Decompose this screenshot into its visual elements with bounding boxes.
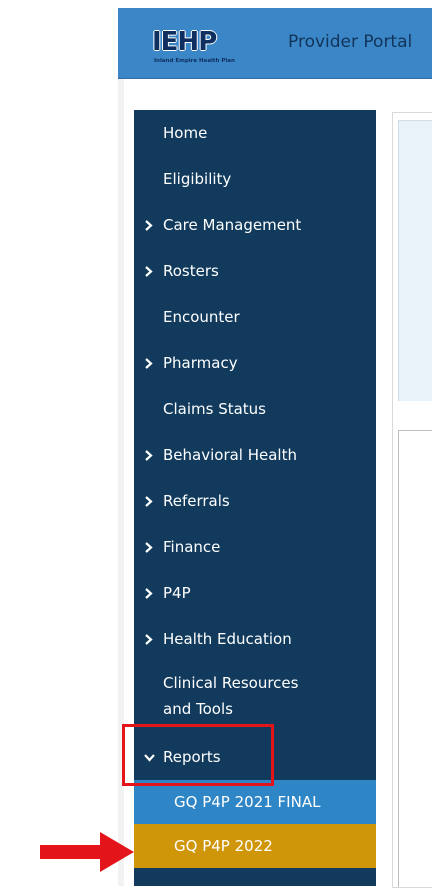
- sidebar-item-label-line1: Clinical Resources: [163, 674, 299, 692]
- submenu-item-label: GQ P4P 2022: [174, 837, 273, 855]
- logo-text: IEHP: [152, 27, 217, 57]
- chevron-right-icon: [144, 432, 158, 478]
- sidebar-item-label: Behavioral Health: [163, 446, 297, 464]
- sidebar-item-eligibility[interactable]: Eligibility: [134, 156, 376, 202]
- sidebar-item-label: P4P: [163, 584, 191, 602]
- submenu-item-gq-p4p-2021-final[interactable]: GQ P4P 2021 FINAL: [134, 780, 376, 824]
- chevron-right-icon: [144, 248, 158, 294]
- sidebar-item-label: Rosters: [163, 262, 219, 280]
- sidebar-item-label-line2: and Tools: [163, 700, 233, 718]
- sidebar-item-label: Finance: [163, 538, 221, 556]
- chevron-right-icon: [144, 478, 158, 524]
- sidebar-item-referrals[interactable]: Referrals: [134, 478, 376, 524]
- sidebar-item-pharmacy[interactable]: Pharmacy: [134, 340, 376, 386]
- sidebar-item-label: Home: [163, 124, 208, 142]
- iehp-logo[interactable]: IEHP Inland Empire Health Plan: [152, 28, 264, 72]
- sidebar-item-label: Encounter: [163, 308, 240, 326]
- chevron-right-icon: [144, 202, 158, 248]
- sidebar-item-care-management[interactable]: Care Management: [134, 202, 376, 248]
- sidebar-item-home[interactable]: Home: [134, 110, 376, 156]
- chevron-right-icon: [144, 570, 158, 616]
- content-report-frame: [398, 430, 432, 887]
- chevron-right-icon: [144, 524, 158, 570]
- sidebar-item-label: Health Education: [163, 630, 292, 648]
- sidebar-item-rosters[interactable]: Rosters: [134, 248, 376, 294]
- sidebar-item-label: Claims Status: [163, 400, 266, 418]
- sidebar-item-claims-status[interactable]: Claims Status: [134, 386, 376, 432]
- sidebar-item-behavioral-health[interactable]: Behavioral Health: [134, 432, 376, 478]
- portal-title: Provider Portal: [288, 32, 413, 52]
- annotation-arrow-icon: [40, 832, 134, 872]
- sidebar-item-label: Care Management: [163, 216, 302, 234]
- annotation-highlight-box: [122, 724, 274, 786]
- logo-mark: IEHP: [152, 27, 217, 57]
- chevron-right-icon: [144, 340, 158, 386]
- sidebar-item-label: Referrals: [163, 492, 230, 510]
- sidebar-item-p4p[interactable]: P4P: [134, 570, 376, 616]
- chevron-right-icon: [144, 616, 158, 662]
- submenu-item-gq-p4p-2022[interactable]: GQ P4P 2022: [134, 824, 376, 868]
- submenu-item-label: GQ P4P 2021 FINAL: [174, 793, 321, 811]
- logo-subtitle: Inland Empire Health Plan: [154, 58, 235, 64]
- sidebar-item-finance[interactable]: Finance: [134, 524, 376, 570]
- sidebar-item-label: Eligibility: [163, 170, 232, 188]
- sidebar-item-health-education[interactable]: Health Education: [134, 616, 376, 662]
- portal-header: IEHP Inland Empire Health Plan Provider …: [118, 8, 432, 79]
- content-info-box: [398, 120, 432, 401]
- sidebar-item-encounter[interactable]: Encounter: [134, 294, 376, 340]
- sidebar-item-label: Pharmacy: [163, 354, 238, 372]
